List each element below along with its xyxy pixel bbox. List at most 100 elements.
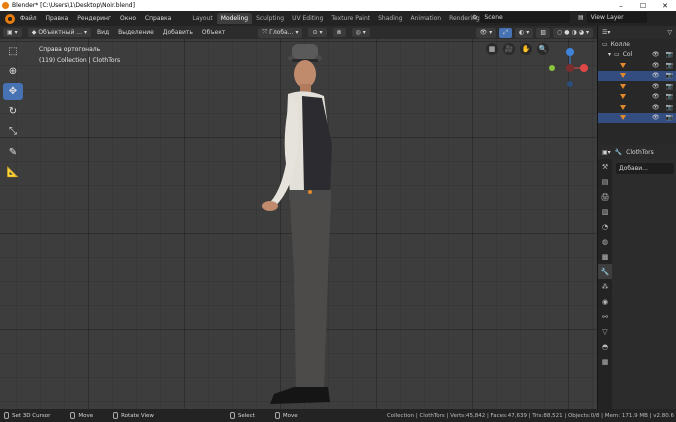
menu-select[interactable]: Выделение <box>118 29 154 36</box>
maximize-button[interactable]: ☐ <box>632 2 654 10</box>
add-modifier-dropdown[interactable]: Добави... <box>616 163 674 174</box>
tab-sculpting[interactable]: Sculpting <box>252 13 288 24</box>
camera-render-icon[interactable]: 📷 <box>666 114 673 121</box>
blender-logo-icon[interactable] <box>5 13 15 24</box>
pan-hand-icon[interactable]: ✋ <box>520 43 532 55</box>
move-tool-icon[interactable]: ✥ <box>3 83 23 100</box>
physics-tab-icon[interactable]: ◉ <box>598 294 612 309</box>
outliner-object-row[interactable]: 👁 📷 <box>598 112 676 123</box>
eye-icon[interactable]: 👁 <box>652 114 660 121</box>
view-layer-field[interactable]: View Layer <box>586 12 647 23</box>
particles-tab-icon[interactable]: ⁂ <box>598 279 612 294</box>
gizmo-neg-x-icon[interactable] <box>566 64 574 72</box>
tab-texture-paint[interactable]: Texture Paint <box>327 13 374 24</box>
gizmo-x-icon[interactable] <box>580 64 588 72</box>
menu-edit[interactable]: Правка <box>46 15 69 22</box>
output-tab-icon[interactable]: 🖨 <box>598 189 612 204</box>
shading-modes[interactable]: ○ ● ◑ ◕ ▾ <box>552 27 593 38</box>
navigation-gizmo[interactable] <box>548 42 596 90</box>
outliner-object-row[interactable]: 👁 📷 <box>598 92 676 103</box>
tab-modeling[interactable]: Modeling <box>216 13 253 24</box>
camera-render-icon[interactable]: 📷 <box>666 72 673 79</box>
rotate-tool-icon[interactable]: ↻ <box>3 103 23 120</box>
blender-app-icon <box>2 2 9 9</box>
material-tab-icon[interactable]: ◓ <box>598 339 612 354</box>
editor-type-dropdown[interactable]: ▣ ▾ <box>3 28 22 37</box>
view-layer-tab-icon[interactable]: ▧ <box>598 204 612 219</box>
menu-view[interactable]: Вид <box>97 29 109 36</box>
scene-tab-icon[interactable]: ◔ <box>598 219 612 234</box>
expand-icon[interactable]: ▾ <box>608 51 611 58</box>
xray-toggle[interactable]: ▧ <box>536 27 550 38</box>
world-tab-icon[interactable]: ◍ <box>598 234 612 249</box>
tool-settings-tab-icon[interactable]: ⚒ <box>598 159 612 174</box>
menu-help[interactable]: Справка <box>145 15 171 22</box>
data-tab-icon[interactable]: ▽ <box>598 324 612 339</box>
gizmo-z-icon[interactable] <box>566 48 574 56</box>
scale-tool-icon[interactable]: ⤡ <box>3 123 23 140</box>
modifier-tab-icon[interactable]: 🔧 <box>598 264 612 279</box>
properties-editor-icon[interactable]: ▣▾ <box>602 149 611 156</box>
mode-dropdown[interactable]: ◆ Объектный ... ▾ <box>27 28 91 37</box>
minimize-button[interactable]: – <box>610 2 632 10</box>
snap-toggle[interactable]: ⋒ <box>332 28 346 37</box>
menu-file[interactable]: Файл <box>20 15 37 22</box>
menu-render[interactable]: Рендеринг <box>77 15 111 22</box>
camera-render-icon[interactable]: 📷 <box>666 93 673 100</box>
gizmo-toggle[interactable]: ⤢ <box>499 27 513 38</box>
scene-selector[interactable]: ⚙ Scene <box>472 12 571 23</box>
proportional-toggle[interactable]: ◎ ▾ <box>351 28 370 37</box>
overlay-icon: ◐ <box>519 29 525 36</box>
outliner-filter-icon[interactable]: ▽ <box>667 29 672 36</box>
pivot-dropdown[interactable]: ⊙ ▾ <box>308 28 327 37</box>
gizmo-neg-z-icon[interactable] <box>567 81 573 87</box>
tab-uv-editing[interactable]: UV Editing <box>288 13 327 24</box>
outliner-editor-icon[interactable]: ☰▾ <box>602 29 610 36</box>
eye-icon[interactable]: 👁 <box>652 83 660 90</box>
camera-view-icon[interactable]: ▦ <box>486 43 498 55</box>
overlay-toggle[interactable]: ◐ ▾ <box>515 27 534 38</box>
eye-icon[interactable]: 👁 <box>652 104 660 111</box>
menu-object[interactable]: Объект <box>202 29 225 36</box>
visibility-dropdown[interactable]: 👁 ▾ <box>475 27 497 38</box>
camera-icon[interactable]: 🎥 <box>503 43 515 55</box>
outliner-object-row[interactable]: 👁 📷 <box>598 60 676 71</box>
object-tab-icon[interactable]: ▩ <box>598 249 612 264</box>
close-button[interactable]: ✕ <box>654 2 676 10</box>
orientation-dropdown[interactable]: ⤧ Глоба... ▾ <box>258 27 303 38</box>
menu-window[interactable]: Окно <box>120 15 136 22</box>
hand <box>262 201 278 211</box>
constraints-tab-icon[interactable]: ⚯ <box>598 309 612 324</box>
outliner-collection-row[interactable]: ▾ ▭ Col 👁 📷 <box>598 50 676 61</box>
mesh-icon <box>620 83 626 89</box>
xray-icon: ▧ <box>540 29 546 36</box>
eye-icon[interactable]: 👁 <box>652 93 660 100</box>
annotate-tool-icon[interactable]: ✎ <box>3 144 23 161</box>
character-model[interactable] <box>250 44 360 409</box>
select-box-tool-icon[interactable]: ⬚ <box>3 43 23 60</box>
menu-add[interactable]: Добавить <box>163 29 193 36</box>
gizmo-y-icon[interactable] <box>549 65 555 71</box>
outliner-object-row[interactable]: 👁 📷 <box>598 102 676 113</box>
outliner-object-row[interactable]: 👁 📷 <box>598 70 676 81</box>
3d-viewport[interactable]: ⬚ ⊕ ✥ ↻ ⤡ ✎ 📐 Справа ортогональ (119) Co… <box>0 39 597 409</box>
eye-icon[interactable]: 👁 <box>652 51 660 58</box>
proportional-icon: ◎ <box>355 29 361 36</box>
tab-shading[interactable]: Shading <box>374 13 406 24</box>
texture-tab-icon[interactable]: ▦ <box>598 354 612 369</box>
cursor-tool-icon[interactable]: ⊕ <box>3 63 23 80</box>
camera-render-icon[interactable]: 📷 <box>666 83 673 90</box>
outliner-root-row[interactable]: ▭ Колле <box>598 39 676 50</box>
tab-layout[interactable]: Layout <box>188 13 216 24</box>
outliner-object-row[interactable]: 👁 📷 <box>598 81 676 92</box>
camera-render-icon[interactable]: 📷 <box>666 104 673 111</box>
eye-icon[interactable]: 👁 <box>652 72 660 79</box>
camera-render-icon[interactable]: 📷 <box>666 62 673 69</box>
view-layer-selector[interactable]: ▤ View Layer <box>578 12 647 23</box>
camera-render-icon[interactable]: 📷 <box>666 51 673 58</box>
tab-animation[interactable]: Animation <box>407 13 446 24</box>
eye-icon[interactable]: 👁 <box>652 62 660 69</box>
scene-field[interactable]: Scene <box>480 12 571 23</box>
render-tab-icon[interactable]: ▤ <box>598 174 612 189</box>
measure-tool-icon[interactable]: 📐 <box>3 164 23 181</box>
